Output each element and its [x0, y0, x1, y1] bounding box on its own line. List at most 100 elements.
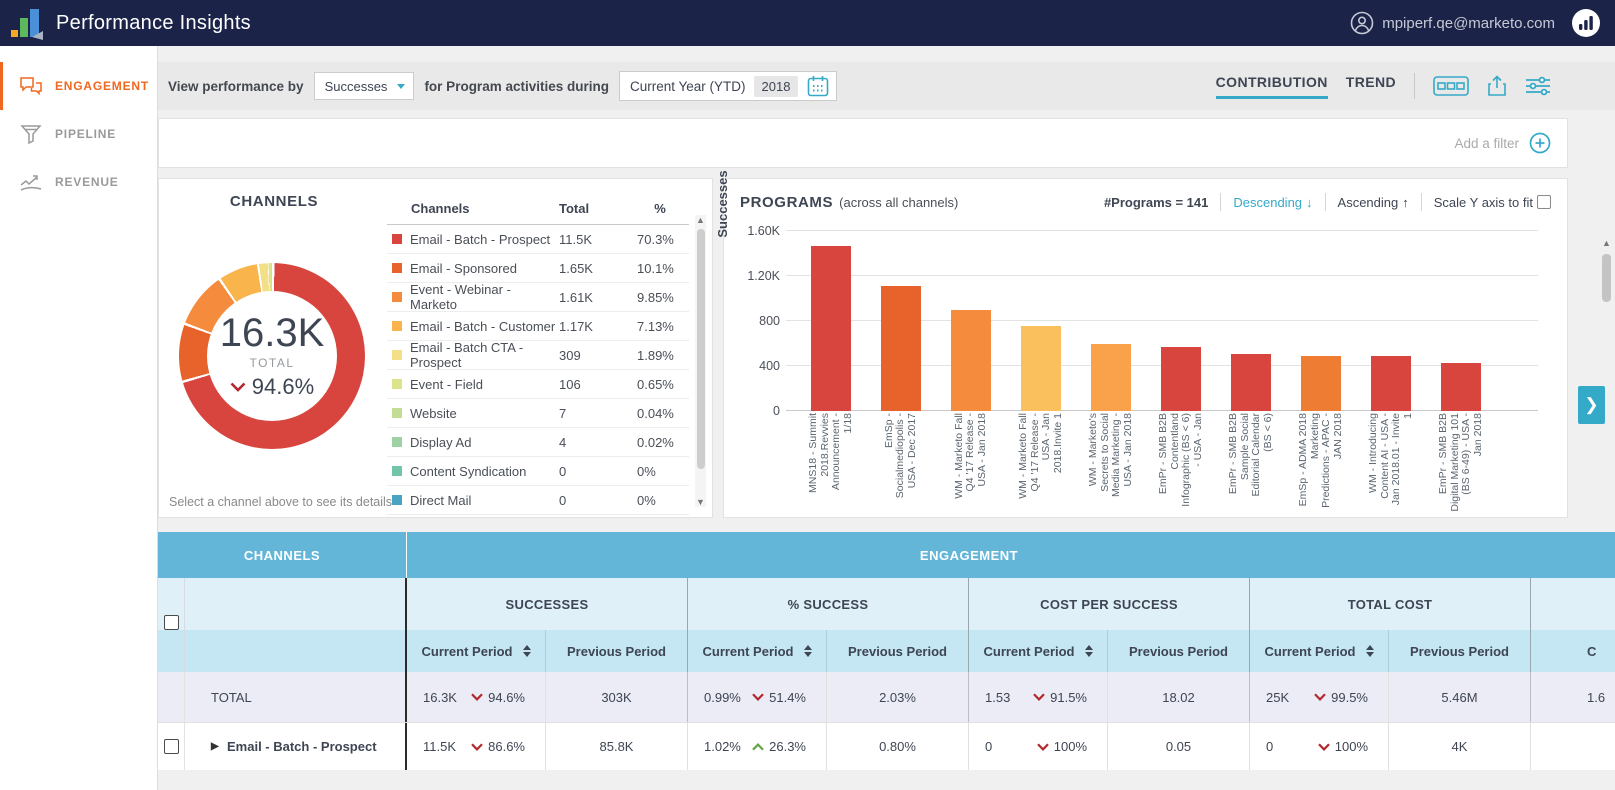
channels-list: Channels Total % Email - Batch - Prospec… — [387, 197, 689, 515]
sort-icon[interactable] — [1365, 645, 1374, 657]
arrow-down-icon: ↓ — [1306, 194, 1313, 210]
program-bar[interactable] — [1371, 355, 1411, 411]
programs-next-page-button[interactable]: ❯ — [1578, 386, 1605, 424]
change-value: 86.6% — [471, 739, 525, 754]
user-avatar-icon[interactable] — [1350, 11, 1374, 35]
chevron-down-icon — [397, 83, 406, 89]
previous-period-cell: 0.80% — [827, 723, 969, 770]
during-label: for Program activities during — [424, 78, 609, 94]
table-scrollbar[interactable]: ▲ — [1600, 238, 1613, 302]
group-header: % SUCCESS — [688, 578, 969, 630]
channel-row[interactable]: Email - Batch CTA - Prospect 309 1.89% — [387, 340, 689, 370]
sidebar-item-engagement[interactable]: ENGAGEMENT — [0, 62, 157, 110]
expand-row-icon[interactable]: ▶ — [211, 741, 219, 752]
group-header: SUCCESSES — [407, 578, 688, 630]
add-filter-button[interactable] — [1529, 132, 1551, 154]
y-axis-tick: 800 — [759, 314, 780, 328]
current-period-header[interactable]: Current Period — [1250, 630, 1389, 672]
marketo-logo-icon[interactable] — [1571, 8, 1601, 38]
calendar-icon[interactable] — [806, 74, 830, 98]
engagement-table: CHANNELS ENGAGEMENT SUCCESSES% SUCCESS CO… — [158, 532, 1615, 770]
sidebar-item-revenue[interactable]: REVENUE — [0, 158, 157, 206]
channel-percent: 9.85% — [637, 289, 674, 305]
channels-header: CHANNELS — [158, 532, 407, 578]
programs-count: #Programs = 141 — [1103, 194, 1209, 210]
program-bar[interactable] — [811, 245, 851, 411]
channel-row[interactable]: Email - Batch - Customer 1.17K 7.13% — [387, 312, 689, 341]
previous-period-cell: 2.03% — [827, 672, 969, 722]
program-bar[interactable] — [881, 285, 921, 411]
channels-donut-chart[interactable]: 16.3K TOTAL 94.6% — [179, 263, 365, 449]
previous-period-header: Previous Period — [1389, 630, 1531, 672]
row-label[interactable]: ▶ Email - Batch - Prospect — [185, 723, 407, 770]
sort-icon[interactable] — [803, 645, 812, 657]
export-icon[interactable] — [1487, 75, 1507, 97]
program-bar[interactable] — [1301, 355, 1341, 411]
current-period-cell: 11.5K 86.6% — [407, 723, 546, 770]
metric-dropdown[interactable]: Successes — [313, 72, 415, 100]
current-period-header[interactable]: Current Period — [969, 630, 1108, 672]
settings-sliders-icon[interactable] — [1525, 76, 1551, 96]
programs-title: PROGRAMS — [740, 193, 834, 211]
channel-row[interactable]: Content Syndication 0 0% — [387, 457, 689, 486]
table-main-header: CHANNELS ENGAGEMENT — [158, 532, 1615, 578]
current-value: 1.02% — [704, 739, 741, 754]
tab-contribution[interactable]: CONTRIBUTION — [1215, 74, 1328, 99]
channels-title: CHANNELS — [229, 193, 319, 210]
change-value: 26.3% — [752, 739, 806, 754]
previous-period-header: Previous Period — [1108, 630, 1250, 672]
current-value: 0 — [1266, 739, 1274, 754]
table-group-header-row: SUCCESSES% SUCCESS COST PER SUCCESS TOTAL … — [158, 578, 1615, 630]
table-row[interactable]: ▶ Email - Batch - Prospect 11.5K 86.6% 85… — [158, 722, 1615, 770]
program-bar[interactable] — [1021, 326, 1061, 411]
programs-subtitle: (across all channels) — [839, 194, 959, 210]
sort-icon[interactable] — [522, 645, 531, 657]
channel-row[interactable]: Email - Batch - Prospect 11.5K 70.3% — [387, 225, 689, 254]
channel-percent: 0.02% — [637, 434, 674, 450]
channel-name: Content Syndication — [410, 463, 527, 479]
row-checkbox[interactable] — [163, 739, 179, 754]
previous-period-cell: 303K — [546, 672, 688, 722]
sort-ascending-button[interactable]: Ascending ↑ — [1338, 195, 1409, 210]
channel-percent: 0.65% — [637, 376, 674, 392]
program-bar[interactable] — [1091, 344, 1131, 411]
channel-row[interactable]: Event - Field 106 0.65% — [387, 370, 689, 399]
current-period-header[interactable]: Current Period — [407, 630, 546, 672]
channel-percent: 0.04% — [637, 405, 674, 421]
program-bar[interactable] — [1161, 346, 1201, 411]
col-total: Total — [559, 201, 590, 216]
sort-descending-button[interactable]: Descending ↓ — [1233, 195, 1312, 210]
scale-y-axis-toggle[interactable]: Scale Y axis to fit — [1434, 195, 1551, 210]
channel-name: Event - Field — [410, 376, 483, 392]
channels-scrollbar[interactable]: ▲ ▼ — [695, 215, 706, 507]
current-value: 0 — [985, 739, 993, 754]
change-value: 91.5% — [1033, 690, 1087, 705]
card-view-icon[interactable] — [1433, 76, 1469, 96]
scale-y-checkbox — [1537, 195, 1551, 209]
app-logo-icon — [10, 6, 44, 40]
program-bar[interactable] — [1441, 363, 1481, 411]
channel-row[interactable]: Event - Webinar - Marketo 1.61K 9.85% — [387, 282, 689, 312]
add-filter-label: Add a filter — [1454, 135, 1519, 151]
channel-row[interactable]: Email - Sponsored 1.65K 10.1% — [387, 254, 689, 283]
channel-row[interactable]: Website 7 0.04% — [387, 399, 689, 428]
channel-total: 1.65K — [559, 260, 593, 276]
program-bar[interactable] — [1231, 354, 1271, 411]
select-all-checkbox[interactable] — [164, 615, 179, 630]
channel-row[interactable]: Direct Mail 0 0% — [387, 486, 689, 515]
partial-column-header: C — [1587, 643, 1597, 659]
program-bar[interactable] — [951, 310, 991, 411]
channel-row[interactable]: Display Ad 4 0.02% — [387, 428, 689, 457]
channel-name: Display Ad — [410, 434, 472, 450]
channel-name: Direct Mail — [410, 492, 472, 508]
user-email[interactable]: mpiperf.qe@marketo.com — [1382, 15, 1555, 32]
channel-total: 1.17K — [559, 318, 593, 334]
metric-dropdown-value: Successes — [324, 78, 388, 94]
channel-color-swatch — [392, 350, 402, 360]
sort-icon[interactable] — [1084, 645, 1093, 657]
sidebar-item-pipeline[interactable]: PIPELINE — [0, 110, 157, 158]
channel-color-swatch — [392, 437, 402, 447]
tab-trend[interactable]: TREND — [1346, 74, 1396, 99]
current-period-header[interactable]: Current Period — [688, 630, 827, 672]
date-range-picker[interactable]: Current Year (YTD) 2018 — [618, 71, 838, 101]
